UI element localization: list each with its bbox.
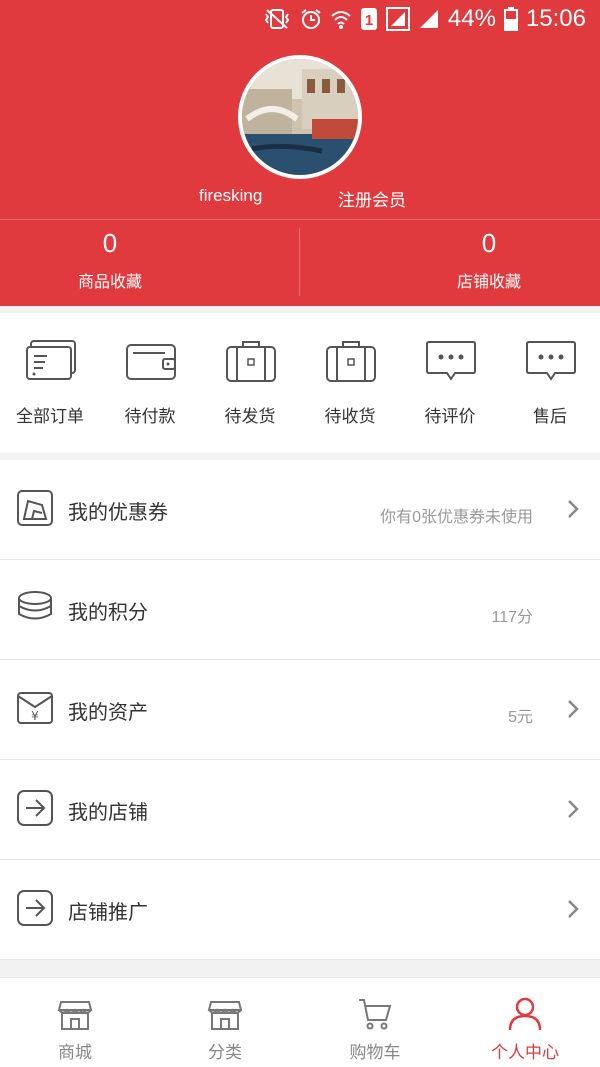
order-shortcuts: 全部订单 待付款 待发货 待收货 待评价 售后	[0, 313, 600, 453]
avatar[interactable]	[238, 55, 362, 179]
profile-header: 1 44% 15:06 firesking 注册会员 0 商品收藏 0 店铺收藏	[0, 0, 600, 306]
coupon-icon	[17, 490, 53, 526]
nav-shop-label: 商城	[58, 1043, 92, 1062]
store-arrow-icon	[17, 790, 53, 826]
register-member-link[interactable]: 注册会员	[338, 186, 406, 211]
suitcase-icon	[226, 341, 276, 382]
person-icon	[508, 997, 542, 1031]
product-favorites-label: 商品收藏	[77, 274, 142, 291]
order-all-label: 全部订单	[16, 407, 84, 426]
coins-icon	[18, 591, 52, 620]
order-all[interactable]: 全部订单	[0, 313, 100, 453]
divider	[299, 228, 300, 296]
vibrate-mute-icon	[264, 9, 290, 29]
order-list-icon	[26, 340, 76, 380]
menu-item-store-promotion-label: 店铺推广	[68, 902, 148, 924]
account-menu: 我的优惠券 你有0张优惠券未使用 我的积分 117分 ¥ 我的资产 5元 我的店…	[0, 460, 600, 960]
cart-icon	[359, 999, 392, 1030]
menu-item-assets-value: 5元	[508, 709, 533, 726]
status-bar: 1 44% 15:06	[0, 0, 600, 40]
order-pending-shipment[interactable]: 待发货	[200, 313, 300, 453]
chevron-right-icon	[568, 500, 579, 518]
nav-cart[interactable]: 购物车	[300, 978, 450, 1067]
menu-item-coupons[interactable]: 我的优惠券 你有0张优惠券未使用	[0, 460, 600, 560]
menu-item-points[interactable]: 我的积分 117分	[0, 560, 600, 660]
chevron-right-icon	[568, 900, 579, 918]
chat-bubble-icon	[526, 341, 576, 381]
order-pending-payment-label: 待付款	[124, 407, 176, 426]
menu-item-coupons-value: 你有0张优惠券未使用	[380, 509, 533, 526]
signal-bars-icon	[419, 10, 438, 28]
chevron-right-icon	[568, 800, 579, 818]
suitcase-icon	[326, 341, 376, 382]
order-pending-receipt-label: 待收货	[324, 407, 376, 426]
clock: 15:06	[525, 5, 586, 32]
bottom-nav: 商城 分类 购物车 个人中心	[0, 977, 600, 1067]
order-pending-receipt[interactable]: 待收货	[300, 313, 400, 453]
wallet-icon	[126, 344, 176, 380]
order-pending-shipment-label: 待发货	[224, 407, 276, 426]
product-favorites-stat[interactable]: 0 商品收藏	[10, 226, 210, 292]
alarm-icon	[301, 9, 321, 29]
battery-percent: 44%	[447, 5, 496, 32]
signal-icon	[385, 7, 410, 31]
svg-text:¥: ¥	[31, 709, 39, 723]
nav-cart-label: 购物车	[349, 1043, 401, 1062]
chevron-right-icon	[568, 700, 579, 718]
username: firesking	[199, 186, 263, 205]
menu-item-my-store-label: 我的店铺	[68, 802, 148, 824]
shop-icon	[207, 1001, 243, 1030]
menu-item-assets-label: 我的资产	[68, 702, 148, 724]
nav-category-label: 分类	[208, 1043, 242, 1062]
menu-item-points-value: 117分	[491, 609, 533, 626]
order-pending-review-label: 待评价	[424, 407, 476, 426]
store-favorites-label: 店铺收藏	[456, 274, 521, 291]
battery-icon	[503, 7, 518, 31]
divider	[0, 219, 600, 220]
store-favorites-count: 0	[481, 228, 497, 258]
chat-bubble-icon	[426, 341, 476, 381]
order-pending-review[interactable]: 待评价	[400, 313, 500, 453]
avatar-photo	[242, 59, 358, 175]
order-after-sales[interactable]: 售后	[500, 313, 600, 453]
menu-item-assets[interactable]: ¥ 我的资产 5元	[0, 660, 600, 760]
store-arrow-icon	[17, 890, 53, 926]
menu-item-points-label: 我的积分	[68, 602, 148, 624]
shop-icon	[57, 1001, 93, 1030]
order-after-sales-label: 售后	[533, 407, 567, 426]
menu-item-my-store[interactable]: 我的店铺	[0, 760, 600, 860]
store-favorites-stat[interactable]: 0 店铺收藏	[389, 226, 589, 292]
menu-item-store-promotion[interactable]: 店铺推广	[0, 860, 600, 960]
nav-category[interactable]: 分类	[150, 978, 300, 1067]
sim-icon: 1	[360, 8, 377, 30]
nav-profile[interactable]: 个人中心	[450, 978, 600, 1067]
nav-profile-label: 个人中心	[491, 1043, 559, 1062]
wifi-icon	[331, 11, 351, 29]
product-favorites-count: 0	[102, 228, 118, 258]
envelope-yen-icon: ¥	[17, 692, 53, 724]
svg-text:1: 1	[365, 12, 373, 29]
nav-shop[interactable]: 商城	[0, 978, 150, 1067]
menu-item-coupons-label: 我的优惠券	[68, 502, 168, 524]
order-pending-payment[interactable]: 待付款	[100, 313, 200, 453]
